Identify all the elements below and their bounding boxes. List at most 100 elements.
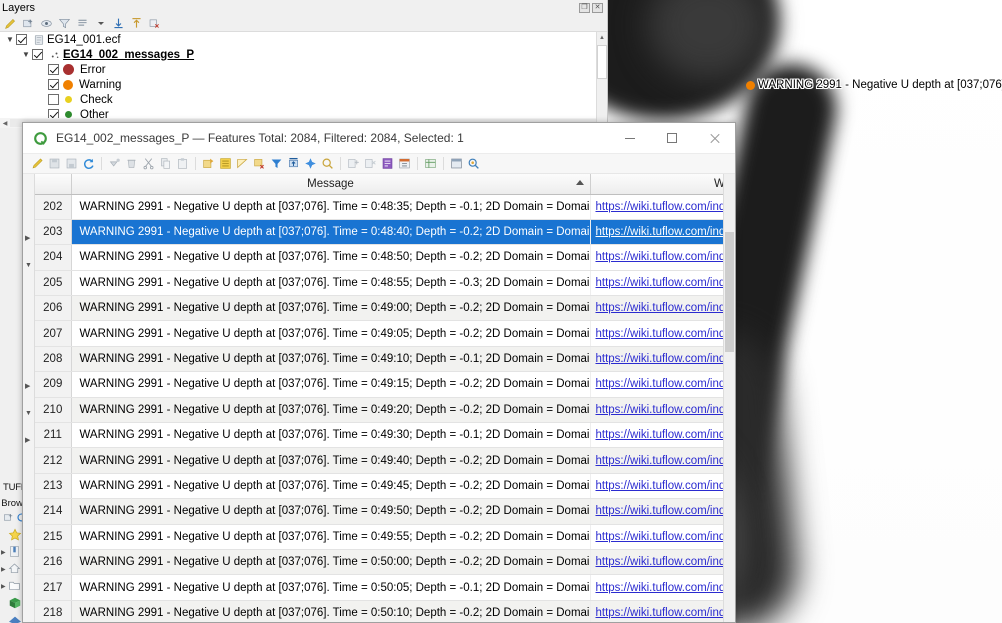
table-row[interactable]: 204WARNING 2991 - Negative U depth at [0… xyxy=(35,245,723,270)
collapse-all-icon[interactable] xyxy=(129,16,144,30)
attribute-table-vscroll-thumb[interactable] xyxy=(725,232,734,352)
attribute-table-form-sidebar[interactable]: ▶ ▼ ▶ ▼ ▶ xyxy=(23,174,35,622)
delete-selected-button[interactable] xyxy=(124,156,139,171)
layers-vertical-scrollbar[interactable]: ▲ xyxy=(596,32,607,128)
table-row[interactable]: 212WARNING 2991 - Negative U depth at [0… xyxy=(35,448,723,473)
float-panel-button[interactable]: ❐ xyxy=(579,3,590,13)
message-cell[interactable]: WARNING 2991 - Negative U depth at [037;… xyxy=(71,346,590,371)
table-row[interactable]: 216WARNING 2991 - Negative U depth at [0… xyxy=(35,549,723,574)
zoom-map-to-selection-button[interactable] xyxy=(320,156,335,171)
table-row[interactable]: 218WARNING 2991 - Negative U depth at [0… xyxy=(35,600,723,622)
row-number-cell[interactable]: 214 xyxy=(35,499,71,524)
row-number-cell[interactable]: 208 xyxy=(35,346,71,371)
message-cell[interactable]: WARNING 2991 - Negative U depth at [037;… xyxy=(71,321,590,346)
conditional-formatting-button[interactable] xyxy=(397,156,412,171)
layers-vscroll-thumb[interactable] xyxy=(597,45,607,79)
wiki-link-cell[interactable]: https://wiki.tuflow.com/index.php?title= xyxy=(590,245,723,270)
attribute-table-grid-wrapper[interactable]: Message Wiki_Lin 202WARNING 2991 - Negat… xyxy=(35,174,723,622)
open-field-calculator-button[interactable] xyxy=(380,156,395,171)
visibility-checkbox[interactable] xyxy=(32,49,43,60)
close-button[interactable] xyxy=(693,123,735,154)
row-number-cell[interactable]: 207 xyxy=(35,321,71,346)
column-header-message[interactable]: Message xyxy=(71,174,590,194)
message-cell[interactable]: WARNING 2991 - Negative U depth at [037;… xyxy=(71,270,590,295)
remove-layer-icon[interactable] xyxy=(147,16,162,30)
toggle-editing-button[interactable] xyxy=(30,156,45,171)
expander-icon[interactable]: ▶ xyxy=(1,566,8,573)
message-cell[interactable]: WARNING 2991 - Negative U depth at [037;… xyxy=(71,499,590,524)
expander-icon[interactable]: ▶ xyxy=(1,583,8,590)
expand-all-icon[interactable] xyxy=(111,16,126,30)
message-cell[interactable]: WARNING 2991 - Negative U depth at [037;… xyxy=(71,397,590,422)
wiki-link-cell[interactable]: https://wiki.tuflow.com/index.php?title= xyxy=(590,499,723,524)
message-cell[interactable]: WARNING 2991 - Negative U depth at [037;… xyxy=(71,549,590,574)
add-browser-tab-icon[interactable] xyxy=(3,512,14,525)
scroll-up-arrow-icon[interactable]: ▲ xyxy=(597,32,607,44)
attribute-table-titlebar[interactable]: EG14_002_messages_P — Features Total: 20… xyxy=(23,123,735,154)
message-cell[interactable]: WARNING 2991 - Negative U depth at [037;… xyxy=(71,423,590,448)
row-number-cell[interactable]: 204 xyxy=(35,245,71,270)
layers-tree[interactable]: ▼ EG14_001.ecf ▼ EG14_002_messages_P xyxy=(0,32,607,128)
message-cell[interactable]: WARNING 2991 - Negative U depth at [037;… xyxy=(71,219,590,244)
wiki-link-cell[interactable]: https://wiki.tuflow.com/index.php?title= xyxy=(590,473,723,498)
row-number-cell[interactable]: 209 xyxy=(35,372,71,397)
filter-legend-expression-icon[interactable] xyxy=(75,16,90,30)
table-row[interactable]: 211WARNING 2991 - Negative U depth at [0… xyxy=(35,423,723,448)
legend-item-warning[interactable]: Warning xyxy=(0,77,607,92)
wiki-link-cell[interactable]: https://wiki.tuflow.com/index.php?title= xyxy=(590,423,723,448)
table-row[interactable]: 207WARNING 2991 - Negative U depth at [0… xyxy=(35,321,723,346)
open-layer-styling-icon[interactable] xyxy=(3,16,18,30)
expander-icon[interactable]: ▶ xyxy=(1,549,8,556)
row-number-cell[interactable]: 213 xyxy=(35,473,71,498)
filter-selection-button[interactable] xyxy=(269,156,284,171)
row-number-cell[interactable]: 217 xyxy=(35,575,71,600)
message-cell[interactable]: WARNING 2991 - Negative U depth at [037;… xyxy=(71,372,590,397)
message-cell[interactable]: WARNING 2991 - Negative U depth at [037;… xyxy=(71,194,590,219)
table-row[interactable]: 203WARNING 2991 - Negative U depth at [0… xyxy=(35,219,723,244)
wiki-link-cell[interactable]: https://wiki.tuflow.com/index.php?title= xyxy=(590,397,723,422)
save-layer-edits-button[interactable] xyxy=(64,156,79,171)
select-by-expression-button[interactable] xyxy=(201,156,216,171)
close-panel-button[interactable]: ✕ xyxy=(592,3,603,13)
table-row[interactable]: 202WARNING 2991 - Negative U depth at [0… xyxy=(35,194,723,219)
row-number-cell[interactable]: 215 xyxy=(35,524,71,549)
message-cell[interactable]: WARNING 2991 - Negative U depth at [037;… xyxy=(71,296,590,321)
message-cell[interactable]: WARNING 2991 - Negative U depth at [037;… xyxy=(71,473,590,498)
deselect-all-button[interactable] xyxy=(252,156,267,171)
table-row[interactable]: 208WARNING 2991 - Negative U depth at [0… xyxy=(35,346,723,371)
table-row[interactable]: 210WARNING 2991 - Negative U depth at [0… xyxy=(35,397,723,422)
row-number-cell[interactable]: 216 xyxy=(35,549,71,574)
add-feature-button[interactable] xyxy=(107,156,122,171)
row-number-cell[interactable]: 205 xyxy=(35,270,71,295)
legend-checkbox-error[interactable] xyxy=(48,64,59,75)
column-header-wiki-link[interactable]: Wiki_Lin xyxy=(590,174,723,194)
message-cell[interactable]: WARNING 2991 - Negative U depth at [037;… xyxy=(71,245,590,270)
tree-item-eg14-001-ecf[interactable]: ▼ EG14_001.ecf xyxy=(0,32,607,47)
wiki-link-cell[interactable]: https://wiki.tuflow.com/index.php?title= xyxy=(590,194,723,219)
table-row[interactable]: 206WARNING 2991 - Negative U depth at [0… xyxy=(35,296,723,321)
select-all-button[interactable] xyxy=(218,156,233,171)
save-edits-button[interactable] xyxy=(47,156,62,171)
message-cell[interactable]: WARNING 2991 - Negative U depth at [037;… xyxy=(71,448,590,473)
organize-columns-button[interactable] xyxy=(423,156,438,171)
row-number-cell[interactable]: 218 xyxy=(35,600,71,622)
wiki-link-cell[interactable]: https://wiki.tuflow.com/index.php?title= xyxy=(590,575,723,600)
wiki-link-cell[interactable]: https://wiki.tuflow.com/index.php?title= xyxy=(590,346,723,371)
table-row[interactable]: 217WARNING 2991 - Negative U depth at [0… xyxy=(35,575,723,600)
paste-features-button[interactable] xyxy=(175,156,190,171)
invert-selection-button[interactable] xyxy=(235,156,250,171)
row-number-cell[interactable]: 211 xyxy=(35,423,71,448)
row-number-cell[interactable]: 202 xyxy=(35,194,71,219)
minimize-button[interactable] xyxy=(609,123,651,154)
dock-attribute-table-button[interactable] xyxy=(449,156,464,171)
chevron-down-icon[interactable]: ▼ xyxy=(4,35,16,44)
scroll-left-arrow-icon[interactable]: ◀ xyxy=(0,120,10,127)
wiki-link-cell[interactable]: https://wiki.tuflow.com/index.php?title= xyxy=(590,219,723,244)
manage-layer-visibility-icon[interactable] xyxy=(39,16,54,30)
legend-checkbox-check[interactable] xyxy=(48,94,59,105)
row-number-cell[interactable]: 212 xyxy=(35,448,71,473)
message-cell[interactable]: WARNING 2991 - Negative U depth at [037;… xyxy=(71,524,590,549)
add-group-icon[interactable] xyxy=(21,16,36,30)
delete-field-button[interactable] xyxy=(363,156,378,171)
message-cell[interactable]: WARNING 2991 - Negative U depth at [037;… xyxy=(71,575,590,600)
